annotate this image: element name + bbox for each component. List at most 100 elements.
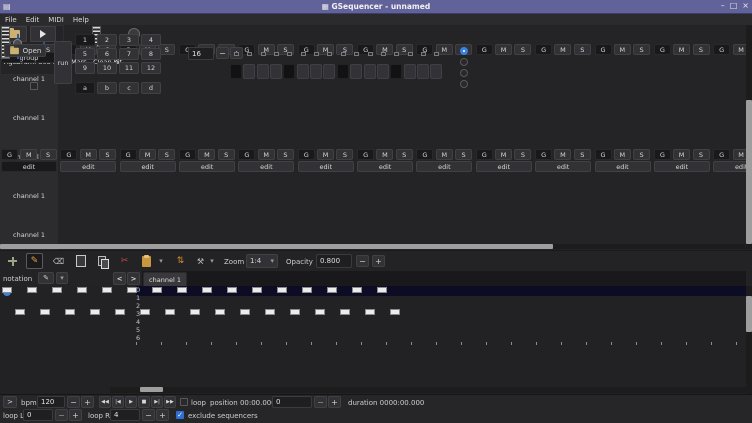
loop-checkbox[interactable] [180, 398, 188, 406]
strip-12-group-button-row2[interactable]: G [654, 149, 671, 160]
machines-hscrollbar-thumb[interactable] [0, 244, 553, 249]
note[interactable] [265, 309, 275, 315]
strip-11-solo-button-row1[interactable]: S [633, 44, 650, 55]
stop-button[interactable]: ■ [138, 396, 150, 408]
tab-channel-1[interactable]: channel 1 [143, 272, 187, 287]
bank-index-10[interactable]: 10 [97, 62, 117, 74]
strip-5-solo-button-row2[interactable]: S [277, 149, 294, 160]
strip-9-group-button-row1[interactable]: G [476, 44, 493, 55]
note[interactable] [2, 287, 12, 293]
edit-button[interactable]: edit [298, 161, 354, 172]
strip-6-group-button-row2[interactable]: G [298, 149, 315, 160]
strip-12-solo-button-row2[interactable]: S [693, 149, 710, 160]
paste-dropdown[interactable]: ▾ [156, 253, 166, 269]
note[interactable] [27, 287, 37, 293]
bank-index-4[interactable]: 4 [141, 34, 161, 46]
bank-tab-b[interactable]: b [97, 82, 117, 94]
bank-index-1[interactable]: 1 [75, 34, 95, 46]
note[interactable] [352, 287, 362, 293]
menu-help[interactable]: Help [73, 16, 89, 24]
edit-button[interactable]: edit [476, 161, 532, 172]
note[interactable] [202, 287, 212, 293]
strip-4-mute-button-row2[interactable]: M [198, 149, 215, 160]
pattern-pad-5[interactable] [283, 64, 295, 79]
note[interactable] [302, 287, 312, 293]
strip-5-group-button-row2[interactable]: G [238, 149, 255, 160]
note[interactable] [77, 287, 87, 293]
copy-button[interactable] [94, 253, 111, 269]
select-button[interactable] [72, 253, 89, 269]
notation-edit-button[interactable]: ✎ [38, 272, 54, 284]
strip-1-solo-button-row2[interactable]: S [40, 149, 57, 160]
note[interactable] [190, 309, 200, 315]
note[interactable] [15, 309, 25, 315]
bank-index-3[interactable]: 3 [119, 34, 139, 46]
note[interactable] [365, 309, 375, 315]
edit-button[interactable]: edit [416, 161, 472, 172]
strip-9-mute-button-row1[interactable]: M [495, 44, 512, 55]
run-button[interactable]: run [54, 41, 72, 84]
tab-scroll-left-button[interactable]: < [113, 272, 126, 285]
strip-9-mute-button-row2[interactable]: M [495, 149, 512, 160]
strip-10-group-button-row2[interactable]: G [535, 149, 552, 160]
pattern-pad-15[interactable] [417, 64, 429, 79]
pattern-pad-9[interactable] [337, 64, 349, 79]
bank-index-2[interactable]: 2 [97, 34, 117, 46]
bank-index-5[interactable]: 5 [75, 48, 95, 60]
notation-dropdown[interactable]: ▾ [56, 272, 68, 284]
strip-13-group-button-row2[interactable]: G [713, 149, 730, 160]
strip-6-solo-button-row2[interactable]: S [336, 149, 353, 160]
strip-3-mute-button-row2[interactable]: M [139, 149, 156, 160]
note[interactable] [140, 309, 150, 315]
rewind-button[interactable]: ◀◀ [99, 396, 111, 408]
notation-hscrollbar-track[interactable] [110, 387, 746, 393]
strip-11-mute-button-row1[interactable]: M [614, 44, 631, 55]
edit-button[interactable]: edit [654, 161, 710, 172]
loop-l-plus-button[interactable]: + [69, 409, 82, 421]
strip-12-mute-button-row1[interactable]: M [673, 44, 690, 55]
transport-expander[interactable]: > [3, 396, 17, 408]
pattern-pad-13[interactable] [390, 64, 402, 79]
bank-tab-d[interactable]: d [141, 82, 161, 94]
position-cursor-button[interactable] [4, 253, 21, 269]
paste-button[interactable] [138, 253, 155, 269]
position-minus-button[interactable]: − [314, 396, 327, 408]
strip-8-solo-button-row2[interactable]: S [455, 149, 472, 160]
note[interactable] [390, 309, 400, 315]
loop-r-minus-button[interactable]: − [142, 409, 155, 421]
note[interactable] [102, 287, 112, 293]
strip-10-mute-button-row1[interactable]: M [554, 44, 571, 55]
strip-11-group-button-row1[interactable]: G [595, 44, 612, 55]
maximize-button[interactable]: □ [730, 1, 738, 10]
strip-8-mute-button-row2[interactable]: M [436, 149, 453, 160]
strip-12-mute-button-row2[interactable]: M [673, 149, 690, 160]
pattern-pad-6[interactable] [297, 64, 309, 79]
offset-radio-17-32[interactable] [460, 58, 468, 66]
bank-tab-c[interactable]: c [119, 82, 139, 94]
edit-pencil-button[interactable]: ✎ [26, 253, 43, 269]
bank-index-6[interactable]: 6 [97, 48, 117, 60]
edit-button[interactable]: edit [535, 161, 591, 172]
edit-button[interactable]: edit [595, 161, 651, 172]
note[interactable] [152, 287, 162, 293]
pattern-pad-1[interactable] [230, 64, 242, 79]
opacity-input[interactable]: 0.800 [316, 254, 352, 268]
strip-12-solo-button-row1[interactable]: S [693, 44, 710, 55]
note[interactable] [127, 287, 137, 293]
note[interactable] [52, 287, 62, 293]
strip-13-group-button-row1[interactable]: G [713, 44, 730, 55]
note[interactable] [115, 309, 125, 315]
position-plus-button[interactable]: + [328, 396, 341, 408]
strip-10-solo-button-row2[interactable]: S [574, 149, 591, 160]
strip-6-mute-button-row2[interactable]: M [317, 149, 334, 160]
note[interactable] [277, 287, 287, 293]
strip-11-solo-button-row2[interactable]: S [633, 149, 650, 160]
strip-11-mute-button-row2[interactable]: M [614, 149, 631, 160]
offset-radio-1-16[interactable] [460, 47, 468, 55]
note[interactable] [215, 309, 225, 315]
bank-tab-a[interactable]: a [75, 82, 95, 94]
menu-edit[interactable]: Edit [26, 16, 40, 24]
strip-7-group-button-row2[interactable]: G [357, 149, 374, 160]
pattern-pad-8[interactable] [323, 64, 335, 79]
bank-index-8[interactable]: 8 [141, 48, 161, 60]
